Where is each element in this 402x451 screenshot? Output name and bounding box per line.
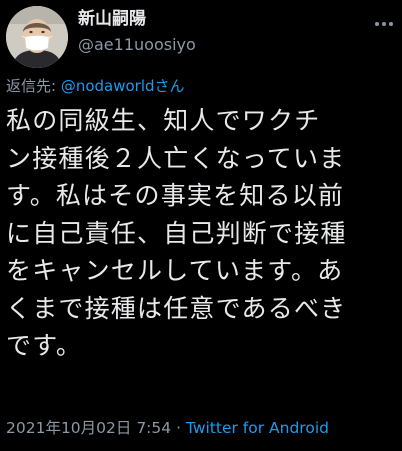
more-options-button[interactable]: [372, 14, 396, 34]
tweet-text-line: くまで接種は任意であるべき: [6, 293, 347, 323]
tweet-text-line: です。: [6, 331, 83, 360]
tweet-timestamp[interactable]: 2021年10月02日 7:54: [6, 419, 171, 437]
author-display-name[interactable]: 新山嗣陽: [78, 8, 196, 30]
tweet-text-line: す。私はその事実を知る以前: [6, 181, 345, 210]
avatar[interactable]: [6, 6, 68, 68]
author-block: 新山嗣陽 @ae11uoosiyo: [78, 8, 196, 56]
avatar-image: [6, 6, 68, 68]
tweet-card: 新山嗣陽 @ae11uoosiyo 返信先: @nodaworldさん 私の同級…: [0, 0, 402, 451]
tweet-client-link[interactable]: Twitter for Android: [186, 419, 329, 437]
tweet-text: 私の同級生、知人でワクチ ン接種後２人亡くなっていま す。私はその事実を知る以前…: [6, 102, 398, 365]
more-horizontal-icon: [374, 22, 395, 26]
reply-context: 返信先: @nodaworldさん: [6, 76, 185, 96]
tweet-meta: 2021年10月02日 7:54 · Twitter for Android: [6, 418, 329, 438]
reply-mention-link[interactable]: @nodaworldさん: [61, 77, 185, 95]
reply-prefix: 返信先:: [6, 77, 61, 95]
tweet-text-line: をキャンセルしています。あ: [6, 256, 344, 285]
tweet-text-line: ン接種後２人亡くなっていま: [6, 143, 346, 173]
tweet-text-line: 私の同級生、知人でワクチ: [6, 106, 321, 135]
meta-separator: ·: [171, 419, 186, 437]
tweet-text-line: に自己責任、自己判断で接種: [6, 218, 347, 248]
author-handle[interactable]: @ae11uoosiyo: [78, 34, 196, 56]
